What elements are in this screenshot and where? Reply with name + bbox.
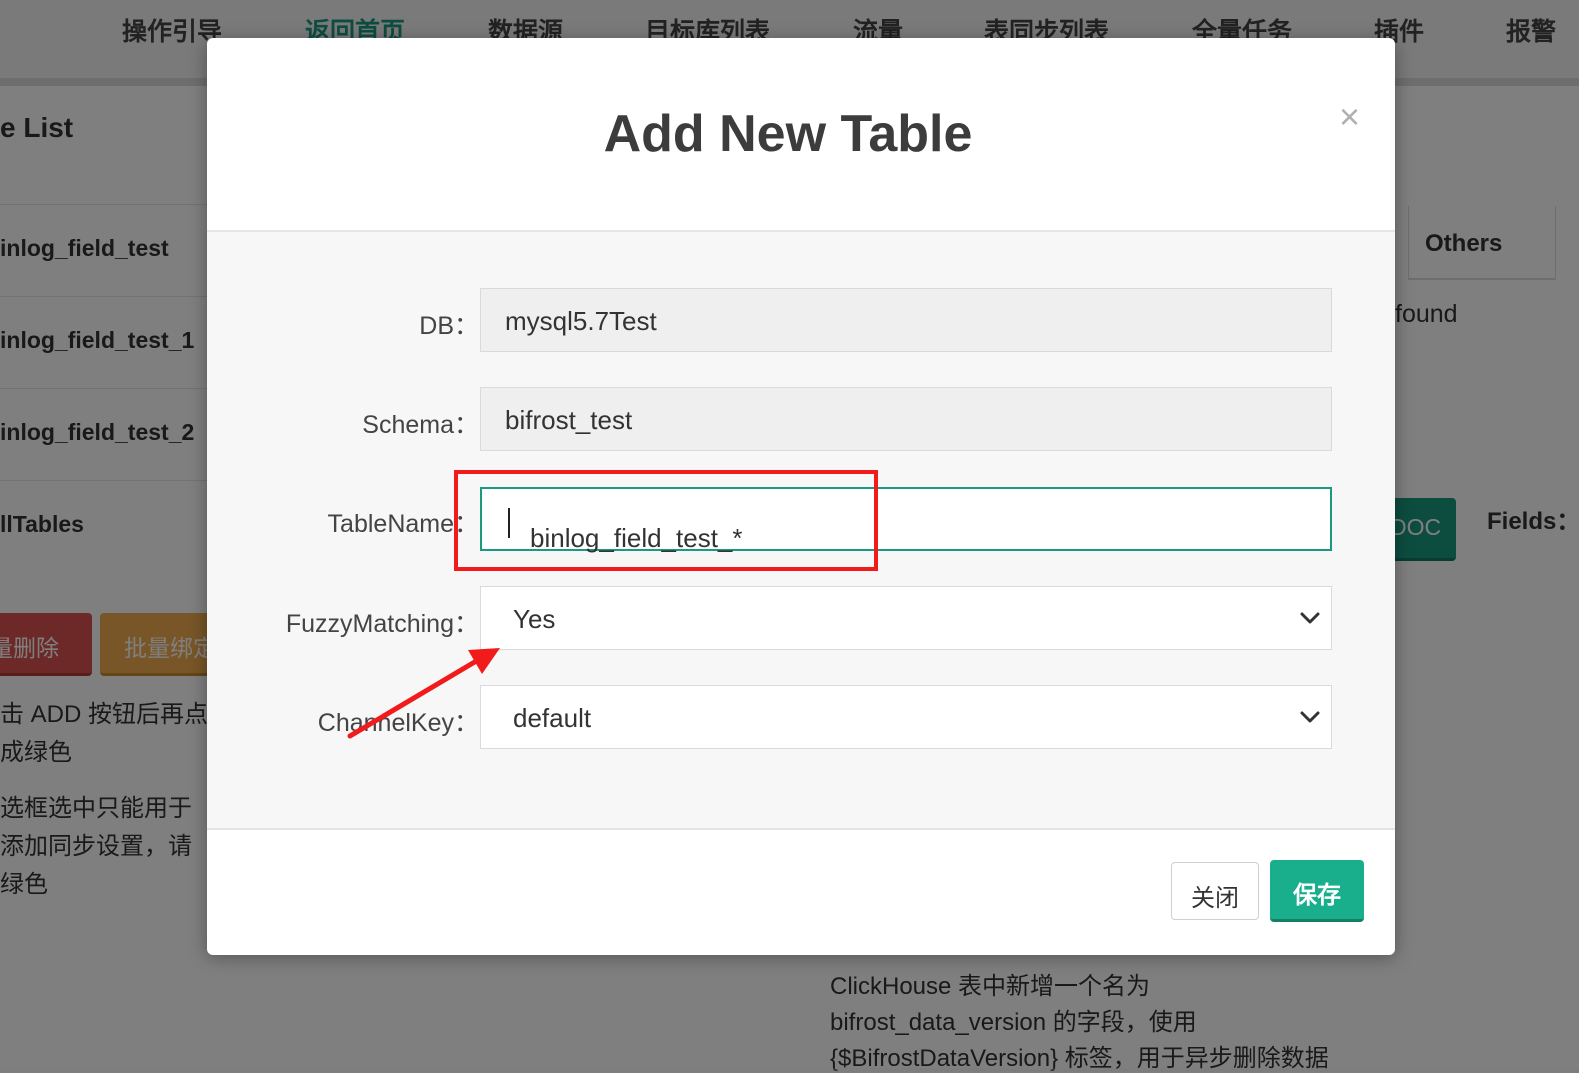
modal-title: Add New Table [603,105,973,163]
db-field: mysql5.7Test [480,288,1332,352]
close-icon[interactable]: × [1339,96,1360,138]
modal-footer: 关闭 保存 [207,828,1395,955]
chevron-down-icon [1300,612,1320,624]
modal-header: Add New Table × [207,38,1395,232]
fuzzy-matching-select[interactable]: Yes [480,586,1332,650]
fuzzy-matching-label: FuzzyMatching： [285,610,479,638]
db-label: DB： [419,312,479,340]
save-button[interactable]: 保存 [1270,860,1364,922]
annotation-arrow-icon [347,648,500,739]
close-button[interactable]: 关闭 [1171,862,1259,920]
schema-field: bifrost_test [480,387,1332,451]
schema-label: Schema： [362,411,479,439]
annotation-highlight-box [454,470,878,571]
channel-key-select[interactable]: default [480,685,1332,749]
chevron-down-icon [1300,711,1320,723]
